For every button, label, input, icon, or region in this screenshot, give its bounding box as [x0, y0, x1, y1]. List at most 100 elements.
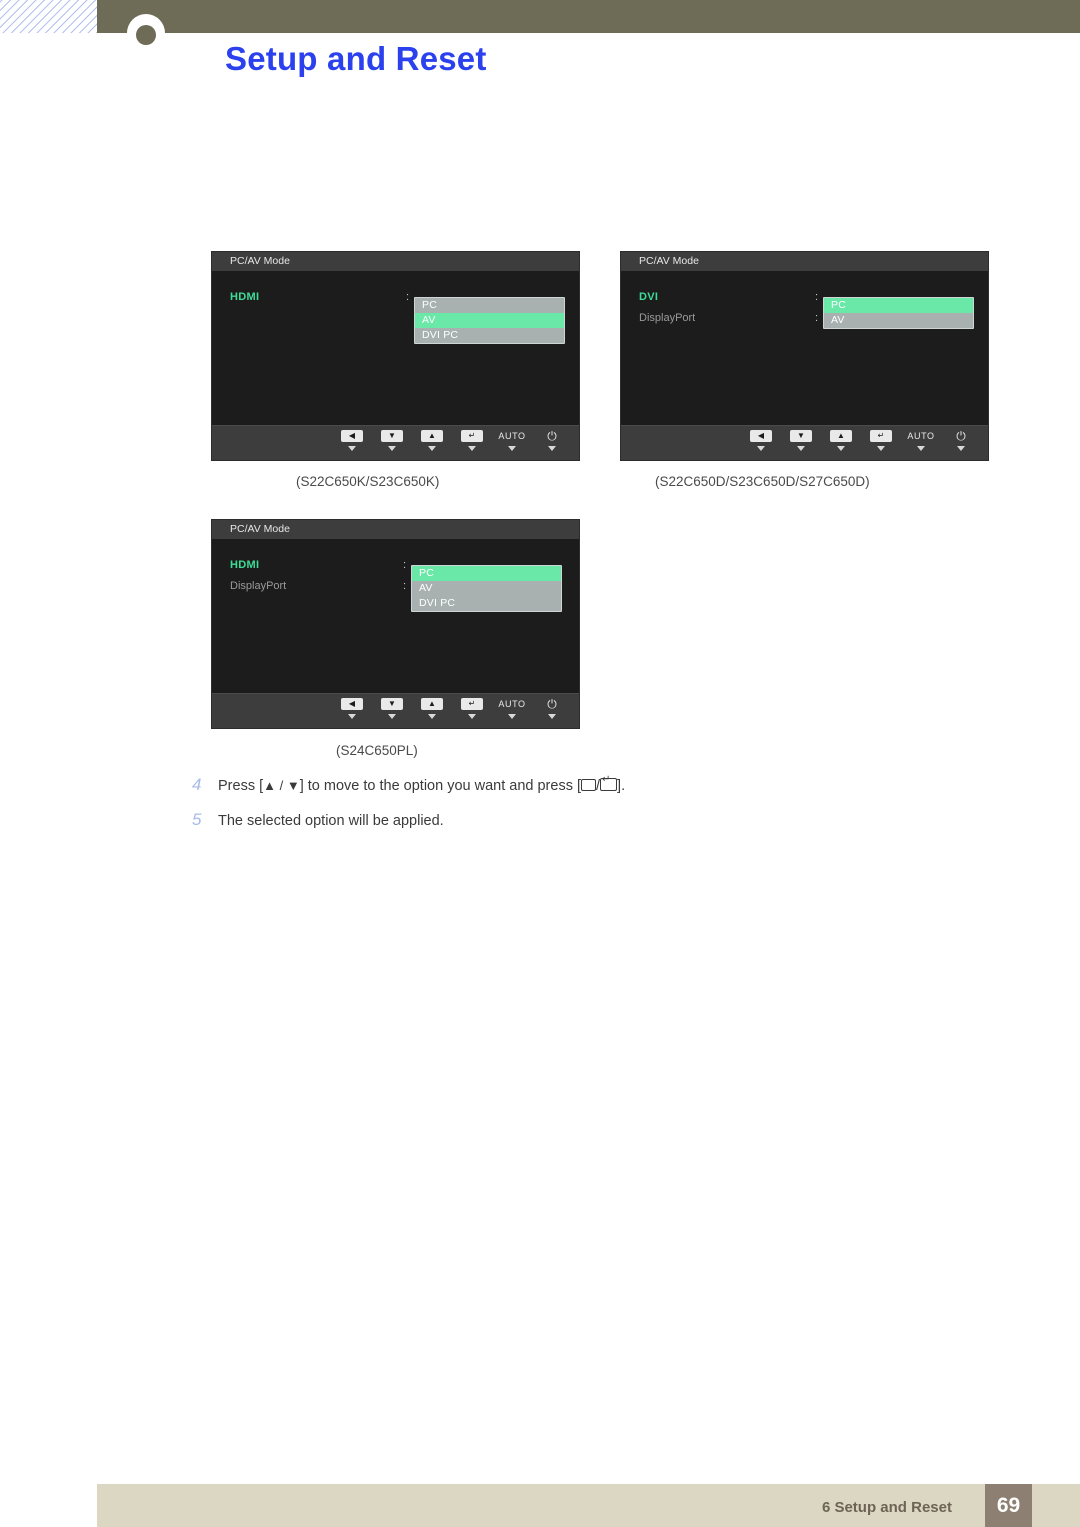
osd-button-power[interactable]: ⏻ — [948, 430, 974, 451]
osd-button-auto[interactable]: AUTO — [907, 430, 934, 451]
step-5: 5 The selected option will be applied. — [192, 810, 444, 830]
left-arrow-icon: ◀ — [341, 698, 363, 710]
osd-button-left[interactable]: ◀ — [339, 698, 365, 719]
osd-button-enter[interactable]: ↵ — [868, 430, 894, 451]
down-arrow-icon: ▼ — [790, 430, 812, 442]
osd-option[interactable]: DVI PC — [415, 328, 564, 343]
osd-screenshot-3: PC/AV Mode HDMI DisplayPort : : PC AV DV… — [211, 519, 580, 729]
osd-button-power[interactable]: ⏻ — [539, 430, 565, 451]
osd-colons-2: : : — [815, 287, 818, 329]
footer-chapter-label: 6 Setup and Reset — [821, 1499, 952, 1516]
osd-row-colon: : — [815, 291, 819, 303]
osd-button-enter[interactable]: ↵ — [459, 430, 485, 451]
button-tick-icon — [468, 714, 476, 719]
step-text-mid: ] to move to the option you want and pre… — [299, 778, 582, 794]
osd-row-label: DisplayPort — [639, 312, 696, 324]
osd-colons-3: : : — [403, 555, 406, 597]
osd-title-bar-1: PC/AV Mode — [212, 252, 579, 271]
osd-button-up[interactable]: ▲ — [419, 698, 445, 719]
button-tick-icon — [428, 446, 436, 451]
button-tick-icon — [428, 714, 436, 719]
button-tick-icon — [548, 714, 556, 719]
osd-dropdown-2[interactable]: PC AV — [823, 297, 974, 329]
up-arrow-icon: ▲ — [830, 430, 852, 442]
osd-row-colon: : — [403, 580, 407, 592]
osd-caption-1: (S22C650K/S23C650K) — [296, 474, 440, 489]
header-band — [97, 0, 1080, 33]
auto-label: AUTO — [498, 430, 526, 441]
enter-icon: ↵ — [461, 430, 483, 442]
osd-option-selected[interactable]: PC — [412, 566, 561, 581]
auto-label: AUTO — [498, 698, 526, 709]
button-tick-icon — [348, 714, 356, 719]
osd-button-down[interactable]: ▼ — [379, 430, 405, 451]
step-text: The selected option will be applied. — [218, 813, 444, 829]
button-tick-icon — [797, 446, 805, 451]
button-tick-icon — [468, 446, 476, 451]
left-arrow-icon: ◀ — [750, 430, 772, 442]
updown-arrow-icon: ▲ / ▼ — [263, 778, 300, 793]
osd-row-colon: : — [815, 312, 819, 324]
osd-button-group-1: ◀ ▼ ▲ ↵ AUTO ⏻ — [339, 430, 565, 451]
page-title: Setup and Reset — [225, 40, 487, 77]
osd-button-power[interactable]: ⏻ — [539, 698, 565, 719]
osd-option[interactable]: AV — [824, 313, 973, 328]
osd-button-auto[interactable]: AUTO — [498, 698, 526, 719]
button-tick-icon — [837, 446, 845, 451]
step-number: 5 — [192, 810, 202, 829]
menu-key-icon — [581, 779, 597, 791]
osd-button-group-2: ◀ ▼ ▲ ↵ AUTO ⏻ — [748, 430, 974, 451]
osd-button-up[interactable]: ▲ — [419, 430, 445, 451]
chapter-badge-icon — [127, 14, 165, 52]
button-tick-icon — [877, 446, 885, 451]
osd-option[interactable]: PC — [415, 298, 564, 313]
chapter-badge-inner — [136, 25, 156, 45]
osd-button-left[interactable]: ◀ — [748, 430, 774, 451]
down-arrow-icon: ▼ — [381, 430, 403, 442]
osd-button-bar-2: ◀ ▼ ▲ ↵ AUTO ⏻ — [621, 425, 988, 460]
osd-dropdown-3[interactable]: PC AV DVI PC — [411, 565, 562, 612]
enter-key-icon — [600, 775, 618, 791]
page-number-badge: 69 — [985, 1484, 1032, 1527]
osd-rows-1: HDMI — [230, 287, 259, 308]
osd-rows-2: DVI DisplayPort — [639, 287, 695, 329]
osd-row-colon: : — [406, 291, 410, 303]
osd-caption-2: (S22C650D/S23C650D/S27C650D) — [655, 474, 870, 489]
enter-icon: ↵ — [461, 698, 483, 710]
osd-option[interactable]: AV — [412, 581, 561, 596]
osd-button-up[interactable]: ▲ — [828, 430, 854, 451]
step-number: 4 — [192, 775, 202, 794]
osd-button-left[interactable]: ◀ — [339, 430, 365, 451]
button-tick-icon — [548, 446, 556, 451]
osd-row-colon: : — [403, 559, 407, 571]
osd-option[interactable]: DVI PC — [412, 596, 561, 611]
button-tick-icon — [508, 714, 516, 719]
osd-button-group-3: ◀ ▼ ▲ ↵ AUTO ⏻ — [339, 698, 565, 719]
osd-screenshot-2: PC/AV Mode DVI DisplayPort : : PC AV ◀ ▼… — [620, 251, 989, 461]
enter-icon: ↵ — [870, 430, 892, 442]
down-arrow-icon: ▼ — [381, 698, 403, 710]
osd-dropdown-1[interactable]: PC AV DVI PC — [414, 297, 565, 344]
left-arrow-icon: ◀ — [341, 430, 363, 442]
osd-option-selected[interactable]: PC — [824, 298, 973, 313]
osd-row-label: DisplayPort — [230, 580, 287, 592]
osd-button-down[interactable]: ▼ — [379, 698, 405, 719]
button-tick-icon — [388, 446, 396, 451]
osd-option-selected[interactable]: AV — [415, 313, 564, 328]
osd-row-label: DVI — [639, 291, 659, 303]
osd-button-bar-3: ◀ ▼ ▲ ↵ AUTO ⏻ — [212, 693, 579, 728]
osd-button-bar-1: ◀ ▼ ▲ ↵ AUTO ⏻ — [212, 425, 579, 460]
button-tick-icon — [348, 446, 356, 451]
osd-title-bar-3: PC/AV Mode — [212, 520, 579, 539]
osd-button-auto[interactable]: AUTO — [498, 430, 526, 451]
button-tick-icon — [757, 446, 765, 451]
osd-colons-1: : — [406, 287, 409, 308]
osd-button-enter[interactable]: ↵ — [459, 698, 485, 719]
osd-button-down[interactable]: ▼ — [788, 430, 814, 451]
button-tick-icon — [917, 446, 925, 451]
osd-row-label: HDMI — [230, 291, 260, 303]
step-4: 4 Press [▲ / ▼] to move to the option yo… — [192, 775, 625, 795]
step-text-pre: Press [ — [218, 778, 264, 794]
decorative-hatch-pattern — [0, 0, 97, 33]
step-text-post: ]. — [617, 778, 626, 794]
